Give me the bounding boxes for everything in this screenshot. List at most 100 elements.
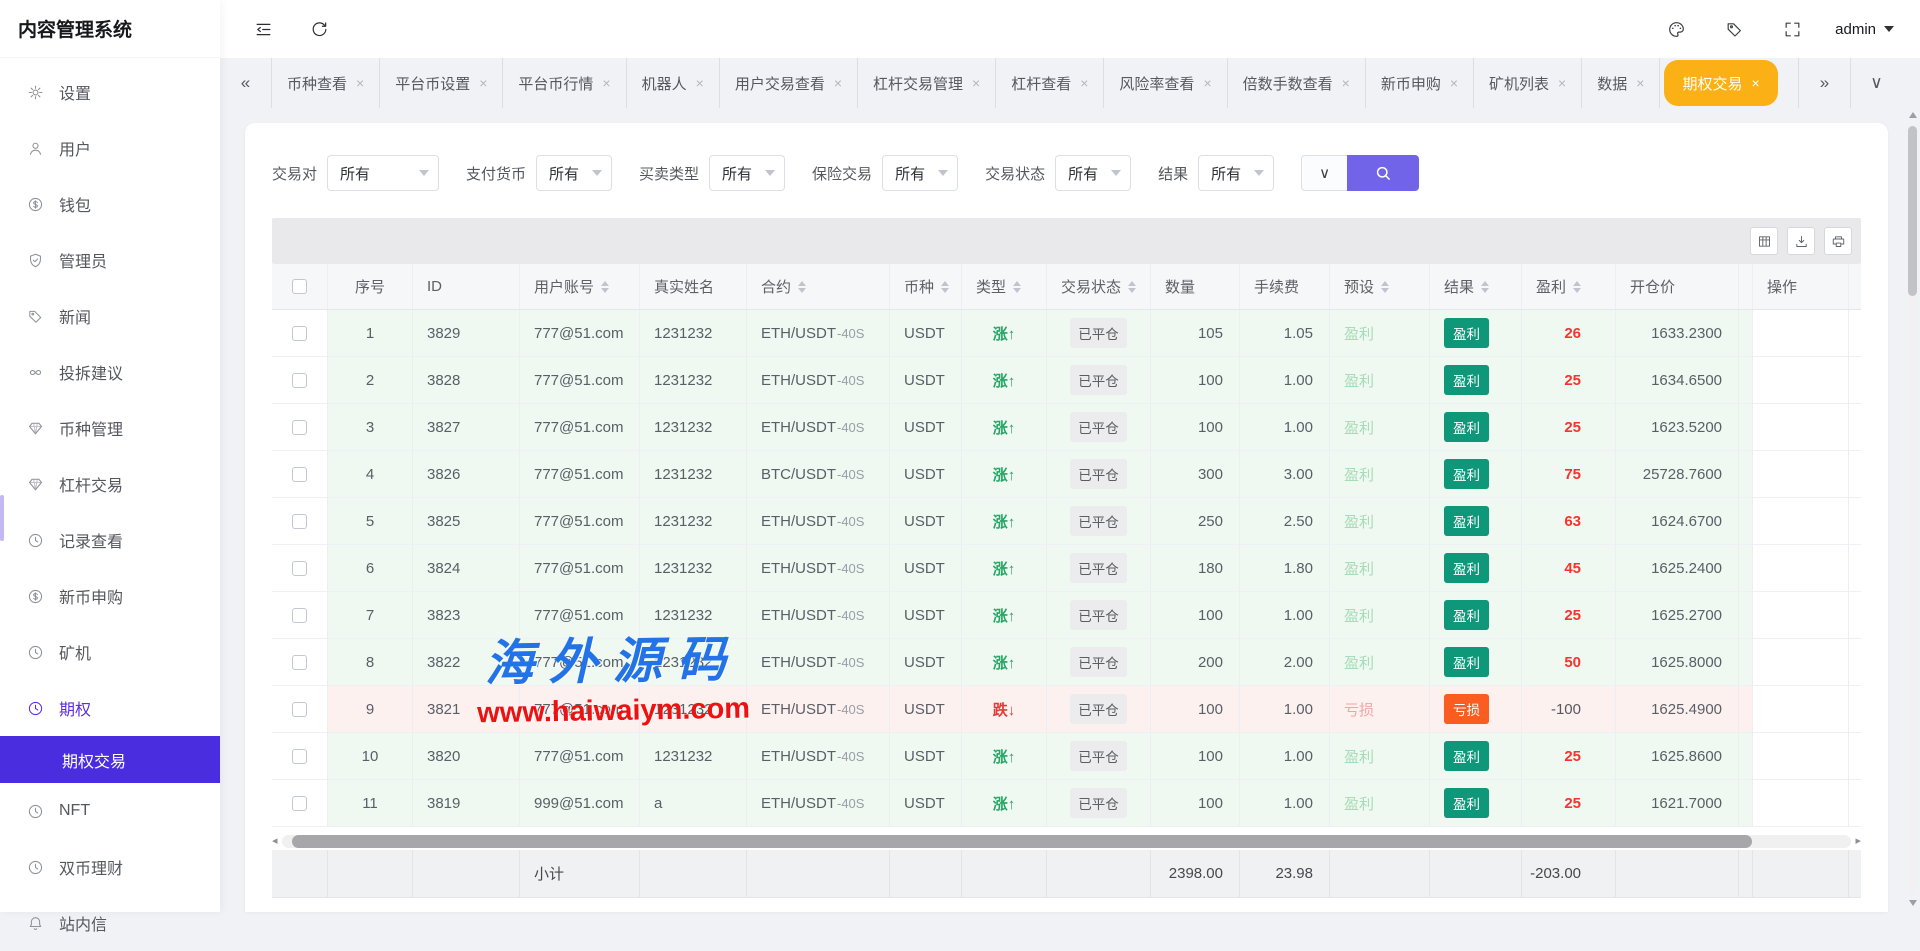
sidebar-item-feedback[interactable]: 投拆建议 — [0, 344, 220, 400]
user-menu[interactable]: admin — [1835, 21, 1894, 38]
horizontal-scrollbar[interactable]: ◂ ▸ — [272, 835, 1861, 848]
tab-6[interactable]: 杠杆查看× — [996, 58, 1104, 108]
sidebar-subitem-options-trade[interactable]: 期权交易 — [0, 736, 220, 783]
tabs-scroll-right[interactable]: » — [1798, 58, 1850, 108]
tag-button[interactable] — [1717, 12, 1751, 46]
sidebar-item-options[interactable]: 期权 — [0, 680, 220, 736]
tab-10[interactable]: 矿机列表× — [1474, 58, 1582, 108]
select-all-checkbox[interactable] — [292, 279, 307, 294]
sidebar-item-dual[interactable]: 双币理财 — [0, 839, 220, 895]
row-checkbox[interactable] — [292, 749, 307, 764]
close-icon[interactable]: × — [479, 75, 487, 91]
sort-icon[interactable] — [1013, 281, 1021, 293]
collapse-sidebar-button[interactable] — [246, 12, 280, 46]
row-checkbox[interactable] — [292, 655, 307, 670]
tab-2[interactable]: 平台币行情× — [503, 58, 626, 108]
sidebar-item-coins[interactable]: 币种管理 — [0, 400, 220, 456]
sidebar-item-nft[interactable]: NFT — [0, 783, 220, 839]
close-icon[interactable]: × — [1203, 75, 1211, 91]
close-icon[interactable]: × — [1636, 75, 1644, 91]
filter-select-1[interactable]: 所有 — [536, 155, 612, 191]
refresh-button[interactable] — [302, 12, 336, 46]
sidebar-item-admins[interactable]: 管理员 — [0, 232, 220, 288]
tab-7[interactable]: 风险率查看× — [1104, 58, 1227, 108]
sidebar-item-records[interactable]: 记录查看 — [0, 512, 220, 568]
sort-icon[interactable] — [941, 281, 949, 293]
row-checkbox[interactable] — [292, 702, 307, 717]
theme-button[interactable] — [1659, 12, 1693, 46]
price-cell: 1625.8000 — [1616, 639, 1739, 685]
row-checkbox[interactable] — [292, 373, 307, 388]
tab-0[interactable]: 币种查看× — [272, 58, 380, 108]
close-icon[interactable]: × — [834, 75, 842, 91]
close-icon[interactable]: × — [1342, 75, 1350, 91]
tab-12[interactable]: 期权交易× — [1664, 60, 1777, 106]
tab-11[interactable]: 数据× — [1582, 58, 1660, 108]
col-header-coin[interactable]: 币种 — [890, 264, 962, 309]
col-header-type[interactable]: 类型 — [962, 264, 1047, 309]
col-header-profit[interactable]: 盈利 — [1522, 264, 1616, 309]
col-header-result[interactable]: 结果 — [1430, 264, 1522, 309]
row-checkbox[interactable] — [292, 514, 307, 529]
sort-icon[interactable] — [1573, 281, 1581, 293]
row-checkbox[interactable] — [292, 561, 307, 576]
print-button[interactable] — [1824, 227, 1852, 255]
col-header-status[interactable]: 交易状态 — [1047, 264, 1151, 309]
sort-icon[interactable] — [601, 281, 609, 293]
search-button[interactable] — [1347, 155, 1419, 191]
filter-select-4[interactable]: 所有 — [1055, 155, 1131, 191]
close-icon[interactable]: × — [602, 75, 610, 91]
tabs-scroll-left[interactable]: « — [220, 58, 272, 108]
sidebar-item-news[interactable]: 新闻 — [0, 288, 220, 344]
h-scroll-track[interactable] — [282, 835, 1852, 848]
h-scroll-thumb[interactable] — [292, 835, 1752, 848]
sidebar-item-miner[interactable]: 矿机 — [0, 624, 220, 680]
sort-icon[interactable] — [1481, 281, 1489, 293]
tabs-actions-chevron[interactable]: ∨ — [1850, 58, 1902, 108]
tab-5[interactable]: 杠杆交易管理× — [858, 58, 996, 108]
close-icon[interactable]: × — [1751, 75, 1759, 91]
close-icon[interactable]: × — [696, 75, 704, 91]
scroll-right-icon[interactable]: ▸ — [1855, 836, 1861, 847]
row-checkbox[interactable] — [292, 608, 307, 623]
row-checkbox[interactable] — [292, 420, 307, 435]
scroll-down-icon[interactable] — [1909, 900, 1917, 906]
fullscreen-button[interactable] — [1775, 12, 1809, 46]
col-header-contract[interactable]: 合约 — [747, 264, 890, 309]
vertical-scrollbar[interactable] — [1908, 112, 1917, 906]
row-checkbox[interactable] — [292, 796, 307, 811]
filter-select-5[interactable]: 所有 — [1198, 155, 1274, 191]
tab-9[interactable]: 新币申购× — [1366, 58, 1474, 108]
sidebar-item-settings[interactable]: 设置 — [0, 64, 220, 120]
export-button[interactable] — [1787, 227, 1815, 255]
v-scroll-thumb[interactable] — [1908, 126, 1917, 296]
col-header-account[interactable]: 用户账号 — [520, 264, 640, 309]
sidebar-item-users[interactable]: 用户 — [0, 120, 220, 176]
col-header-preset[interactable]: 预设 — [1330, 264, 1430, 309]
close-icon[interactable]: × — [1450, 75, 1458, 91]
sidebar-item-leverage[interactable]: 杠杆交易 — [0, 456, 220, 512]
tab-8[interactable]: 倍数手数查看× — [1228, 58, 1366, 108]
tab-4[interactable]: 用户交易查看× — [720, 58, 858, 108]
tab-3[interactable]: 机器人× — [627, 58, 720, 108]
close-icon[interactable]: × — [972, 75, 980, 91]
close-icon[interactable]: × — [356, 75, 364, 91]
close-icon[interactable]: × — [1080, 75, 1088, 91]
column-settings-button[interactable] — [1750, 227, 1778, 255]
close-icon[interactable]: × — [1558, 75, 1566, 91]
tab-1[interactable]: 平台币设置× — [380, 58, 503, 108]
sort-icon[interactable] — [1381, 281, 1389, 293]
sort-icon[interactable] — [798, 281, 806, 293]
scroll-up-icon[interactable] — [1909, 112, 1917, 118]
sidebar-item-sitemail[interactable]: 站内信 — [0, 895, 220, 951]
scroll-left-icon[interactable]: ◂ — [272, 836, 278, 847]
filter-select-3[interactable]: 所有 — [882, 155, 958, 191]
row-checkbox[interactable] — [292, 467, 307, 482]
sidebar-item-newcoin[interactable]: 新币申购 — [0, 568, 220, 624]
sidebar-item-wallet[interactable]: 钱包 — [0, 176, 220, 232]
collapse-filters-button[interactable]: ∨ — [1301, 155, 1347, 191]
filter-select-2[interactable]: 所有 — [709, 155, 785, 191]
row-checkbox[interactable] — [292, 326, 307, 341]
sort-icon[interactable] — [1128, 281, 1136, 293]
filter-select-0[interactable]: 所有 — [327, 155, 439, 191]
